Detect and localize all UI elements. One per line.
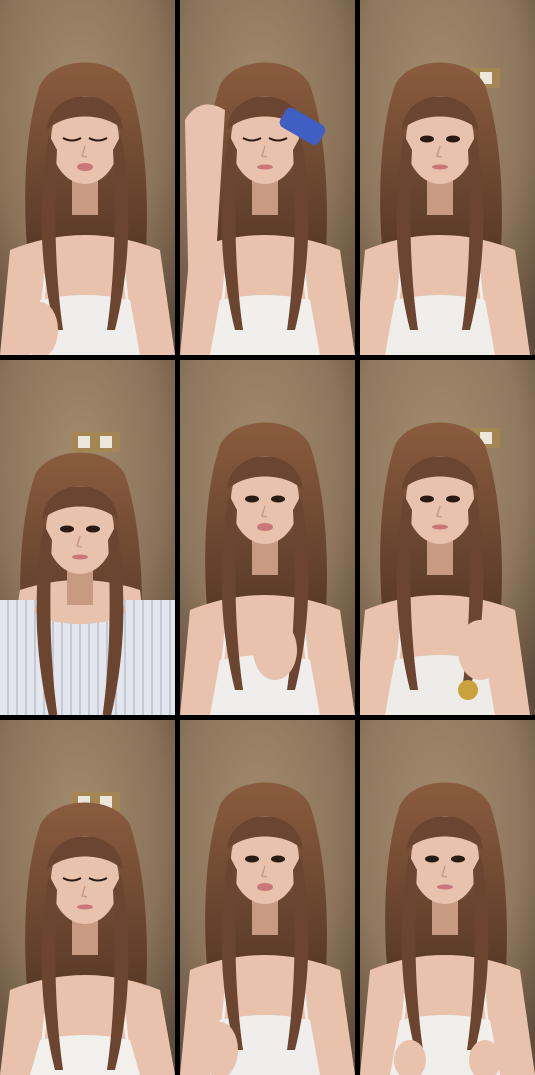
eye-left (425, 855, 439, 863)
lips (77, 163, 93, 171)
lips (257, 523, 273, 531)
wrist-watch (458, 680, 478, 700)
lips (77, 904, 93, 910)
hand (253, 620, 297, 680)
wall-socket (100, 436, 112, 448)
photo-tile-r3c3 (360, 720, 535, 1075)
photo-r3c2 (180, 720, 355, 1075)
photo-r1c2 (180, 0, 355, 355)
lips (432, 164, 448, 170)
eye-right (86, 525, 100, 533)
eye-left (245, 495, 259, 503)
photo-r2c2 (180, 360, 355, 715)
wall-switch (78, 436, 90, 448)
eye-left (60, 525, 74, 533)
photo-tile-r2c1 (0, 360, 175, 715)
photo-r3c3 (360, 720, 535, 1075)
photo-tile-r2c2 (180, 360, 355, 715)
eye-right (446, 495, 460, 503)
photo-tile-r3c2 (180, 720, 355, 1075)
lips (72, 554, 88, 560)
white-top (210, 295, 320, 355)
lips (257, 883, 273, 891)
eye-left (245, 855, 259, 863)
lips (432, 524, 448, 530)
eye-right (446, 135, 460, 143)
photo-tile-r1c3 (360, 0, 535, 355)
photo-r1c3 (360, 0, 535, 355)
lips (437, 884, 453, 890)
eye-right (271, 855, 285, 863)
eye-left (420, 135, 434, 143)
photo-tile-r3c1 (0, 720, 175, 1075)
white-top (30, 1035, 140, 1075)
photo-r3c1 (0, 720, 175, 1075)
photo-r2c1 (0, 360, 175, 715)
eye-left (420, 495, 434, 503)
white-top (385, 295, 495, 355)
eye-right (271, 495, 285, 503)
photo-r1c1 (0, 0, 175, 355)
eye-right (451, 855, 465, 863)
photo-tile-r1c1 (0, 0, 175, 355)
hand (458, 620, 502, 680)
photo-tile-r1c2 (180, 0, 355, 355)
photo-r2c3 (360, 360, 535, 715)
lips (257, 164, 273, 170)
photo-collage-grid (0, 0, 535, 1075)
photo-tile-r2c3 (360, 360, 535, 715)
